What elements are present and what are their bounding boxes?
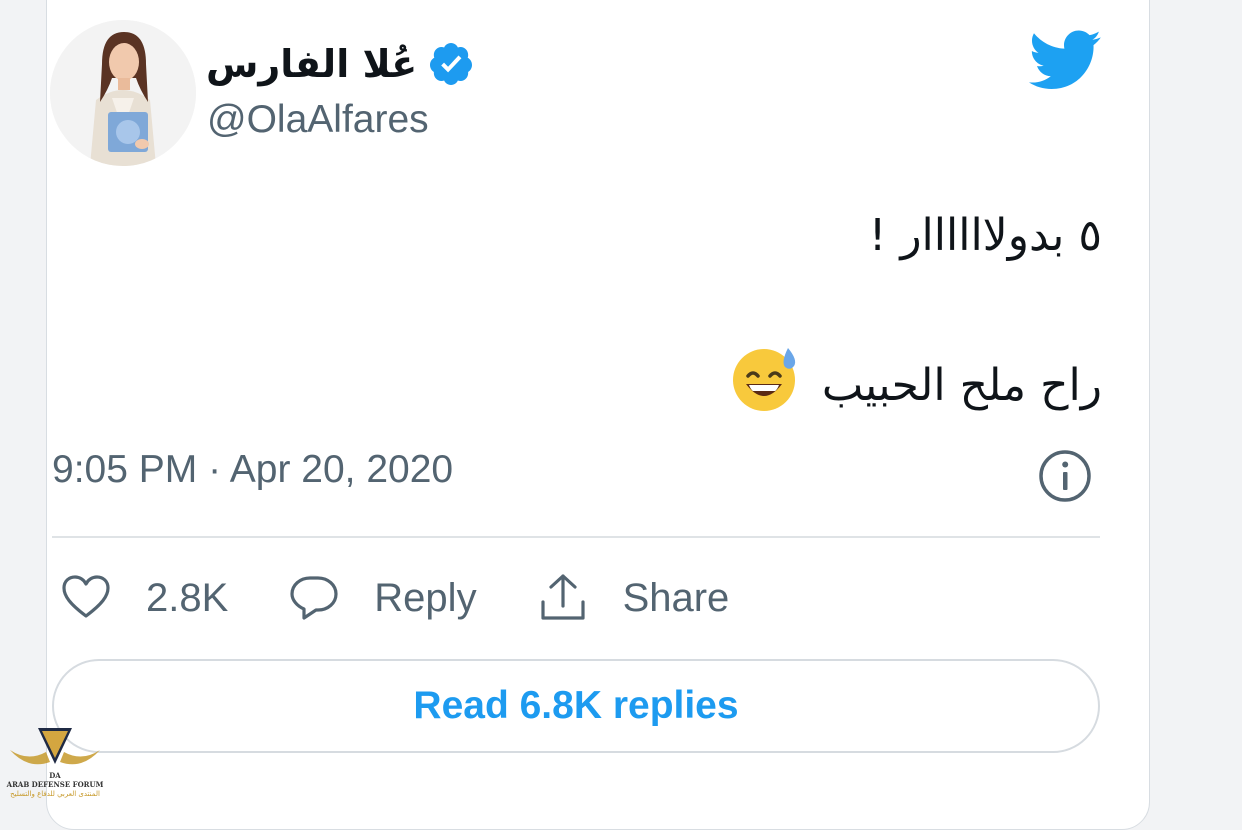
tweet-text-line-2-words: راح ملح الحبيب — [821, 360, 1102, 411]
share-label: Share — [622, 575, 730, 620]
read-replies-button[interactable]: Read 6.8K replies — [52, 659, 1100, 753]
like-button[interactable]: 2.8K — [60, 572, 228, 624]
grinning-face-with-sweat-emoji-icon — [728, 342, 800, 414]
display-name-row[interactable]: عُلا الفارس — [206, 34, 475, 94]
like-count: 2.8K — [146, 575, 229, 620]
watermark-monogram: DA — [49, 771, 61, 780]
watermark-line-2: المنتدى العربي للدفاع والتسليح — [10, 790, 100, 798]
verified-badge-icon — [427, 40, 475, 88]
avatar[interactable] — [50, 20, 196, 166]
twitter-bird-icon[interactable] — [1026, 28, 1102, 90]
reply-button[interactable]: Reply — [288, 572, 477, 624]
reply-label: Reply — [374, 575, 477, 620]
tweet-text: ٥ بدولاااااار ! راح ملح الحبيب — [202, 200, 1102, 422]
tweet-timestamp[interactable]: 9:05 PM · Apr 20, 2020 — [52, 448, 453, 492]
tweet-text-line-2: راح ملح الحبيب — [202, 342, 1102, 422]
divider — [52, 536, 1100, 538]
share-button[interactable]: Share — [537, 572, 730, 624]
user-handle[interactable]: @OlaAlfares — [207, 98, 429, 142]
heart-icon — [62, 575, 110, 618]
speech-bubble-icon — [290, 576, 338, 620]
display-name[interactable]: عُلا الفارس — [206, 42, 417, 86]
watermark-line-1: ARAB DEFENSE FORUM — [6, 780, 104, 789]
arab-defense-forum-watermark-logo: DA ARAB DEFENSE FORUM المنتدى العربي للد… — [6, 722, 104, 798]
share-upload-icon — [540, 574, 585, 620]
tweet-text-line-1: ٥ بدولاااااار ! — [868, 210, 1102, 261]
info-icon[interactable] — [1037, 448, 1093, 504]
tweet-actions: 2.8K Reply Share — [60, 566, 789, 630]
